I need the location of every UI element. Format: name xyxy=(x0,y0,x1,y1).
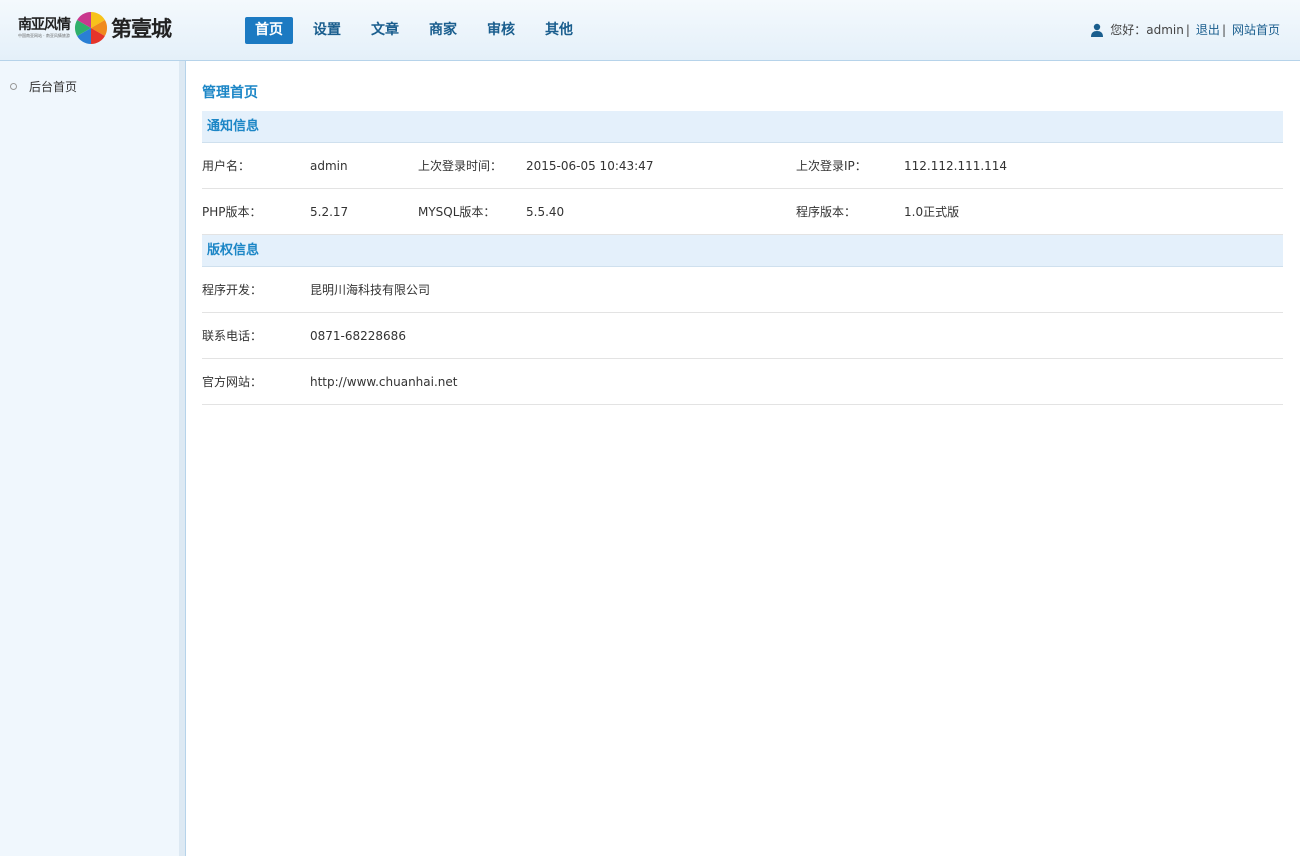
copyright-section-heading: 版权信息 xyxy=(202,235,1283,267)
info-label: 上次登录时间： xyxy=(418,159,503,173)
info-value: 1.0正式版 xyxy=(904,205,960,219)
info-label: 用户名： xyxy=(202,159,251,173)
nav-item-merchants[interactable]: 商家 xyxy=(419,17,467,44)
info-value: 112.112.111.114 xyxy=(904,159,1008,173)
nav-item-review[interactable]: 审核 xyxy=(477,17,525,44)
logo-brand-big: 第壹城 xyxy=(111,16,172,41)
info-label: PHP版本： xyxy=(202,205,262,219)
logo-left-block: 南亚风情 中国南亚网站 · 南亚风情旅游 xyxy=(18,17,71,39)
site-logo[interactable]: 南亚风情 中国南亚网站 · 南亚风情旅游 第壹城 xyxy=(18,10,172,46)
logo-brand-small: 南亚风情 xyxy=(18,17,71,33)
info-label: 程序开发： xyxy=(202,283,263,297)
main-content: 管理首页 通知信息 用户名： admin 上次登录时间： 2015-06-05 … xyxy=(202,61,1283,405)
info-value: 5.2.17 xyxy=(310,205,349,219)
table-row: PHP版本： 5.2.17 MYSQL版本： 5.5.40 程序版本： 1.0正… xyxy=(202,189,1283,235)
site-home-link[interactable]: 网站首页 xyxy=(1232,21,1280,38)
info-label: MYSQL版本： xyxy=(418,205,496,219)
table-row: 官方网站： http://www.chuanhai.net xyxy=(202,359,1283,405)
user-icon xyxy=(1091,23,1104,37)
sidebar: 后台首页 xyxy=(0,61,186,856)
pie-logo-icon xyxy=(74,11,108,45)
table-row: 用户名： admin 上次登录时间： 2015-06-05 10:43:47 上… xyxy=(202,143,1283,189)
logo-tagline: 中国南亚网站 · 南亚风情旅游 xyxy=(18,33,70,38)
info-label: 程序版本： xyxy=(796,205,857,219)
info-label: 上次登录IP： xyxy=(796,159,867,173)
info-value: 2015-06-05 10:43:47 xyxy=(526,159,654,173)
info-value: http://www.chuanhai.net xyxy=(310,375,458,389)
info-value: 5.5.40 xyxy=(526,205,565,219)
user-bar: 您好：admin | 退出 | 网站首页 xyxy=(1090,21,1280,38)
info-label: 官方网站： xyxy=(202,375,263,389)
separator: | xyxy=(1221,22,1226,37)
sidebar-item-admin-home[interactable]: 后台首页 xyxy=(10,78,77,95)
info-label: 联系电话： xyxy=(202,329,263,343)
nav-item-other[interactable]: 其他 xyxy=(535,17,583,44)
nav-item-articles[interactable]: 文章 xyxy=(361,17,409,44)
user-greeting: 您好：admin xyxy=(1110,23,1184,37)
info-value: 0871-68228686 xyxy=(310,329,406,343)
separator: | xyxy=(1185,22,1190,37)
logout-link[interactable]: 退出 xyxy=(1196,21,1220,38)
table-row: 联系电话： 0871-68228686 xyxy=(202,313,1283,359)
sidebar-item-label: 后台首页 xyxy=(29,80,78,94)
notice-section-heading: 通知信息 xyxy=(202,111,1283,143)
table-row: 程序开发： 昆明川海科技有限公司 xyxy=(202,267,1283,313)
info-value: 昆明川海科技有限公司 xyxy=(310,283,431,297)
nav-item-settings[interactable]: 设置 xyxy=(303,17,351,44)
main-nav: 首页 设置 文章 商家 审核 其他 xyxy=(245,17,593,44)
circle-bullet-icon xyxy=(10,83,17,90)
top-header: 南亚风情 中国南亚网站 · 南亚风情旅游 第壹城 首页 设置 文章 商家 审核 … xyxy=(0,0,1300,61)
info-value: admin xyxy=(310,159,348,173)
nav-item-home[interactable]: 首页 xyxy=(245,17,293,44)
page-title: 管理首页 xyxy=(202,85,258,101)
